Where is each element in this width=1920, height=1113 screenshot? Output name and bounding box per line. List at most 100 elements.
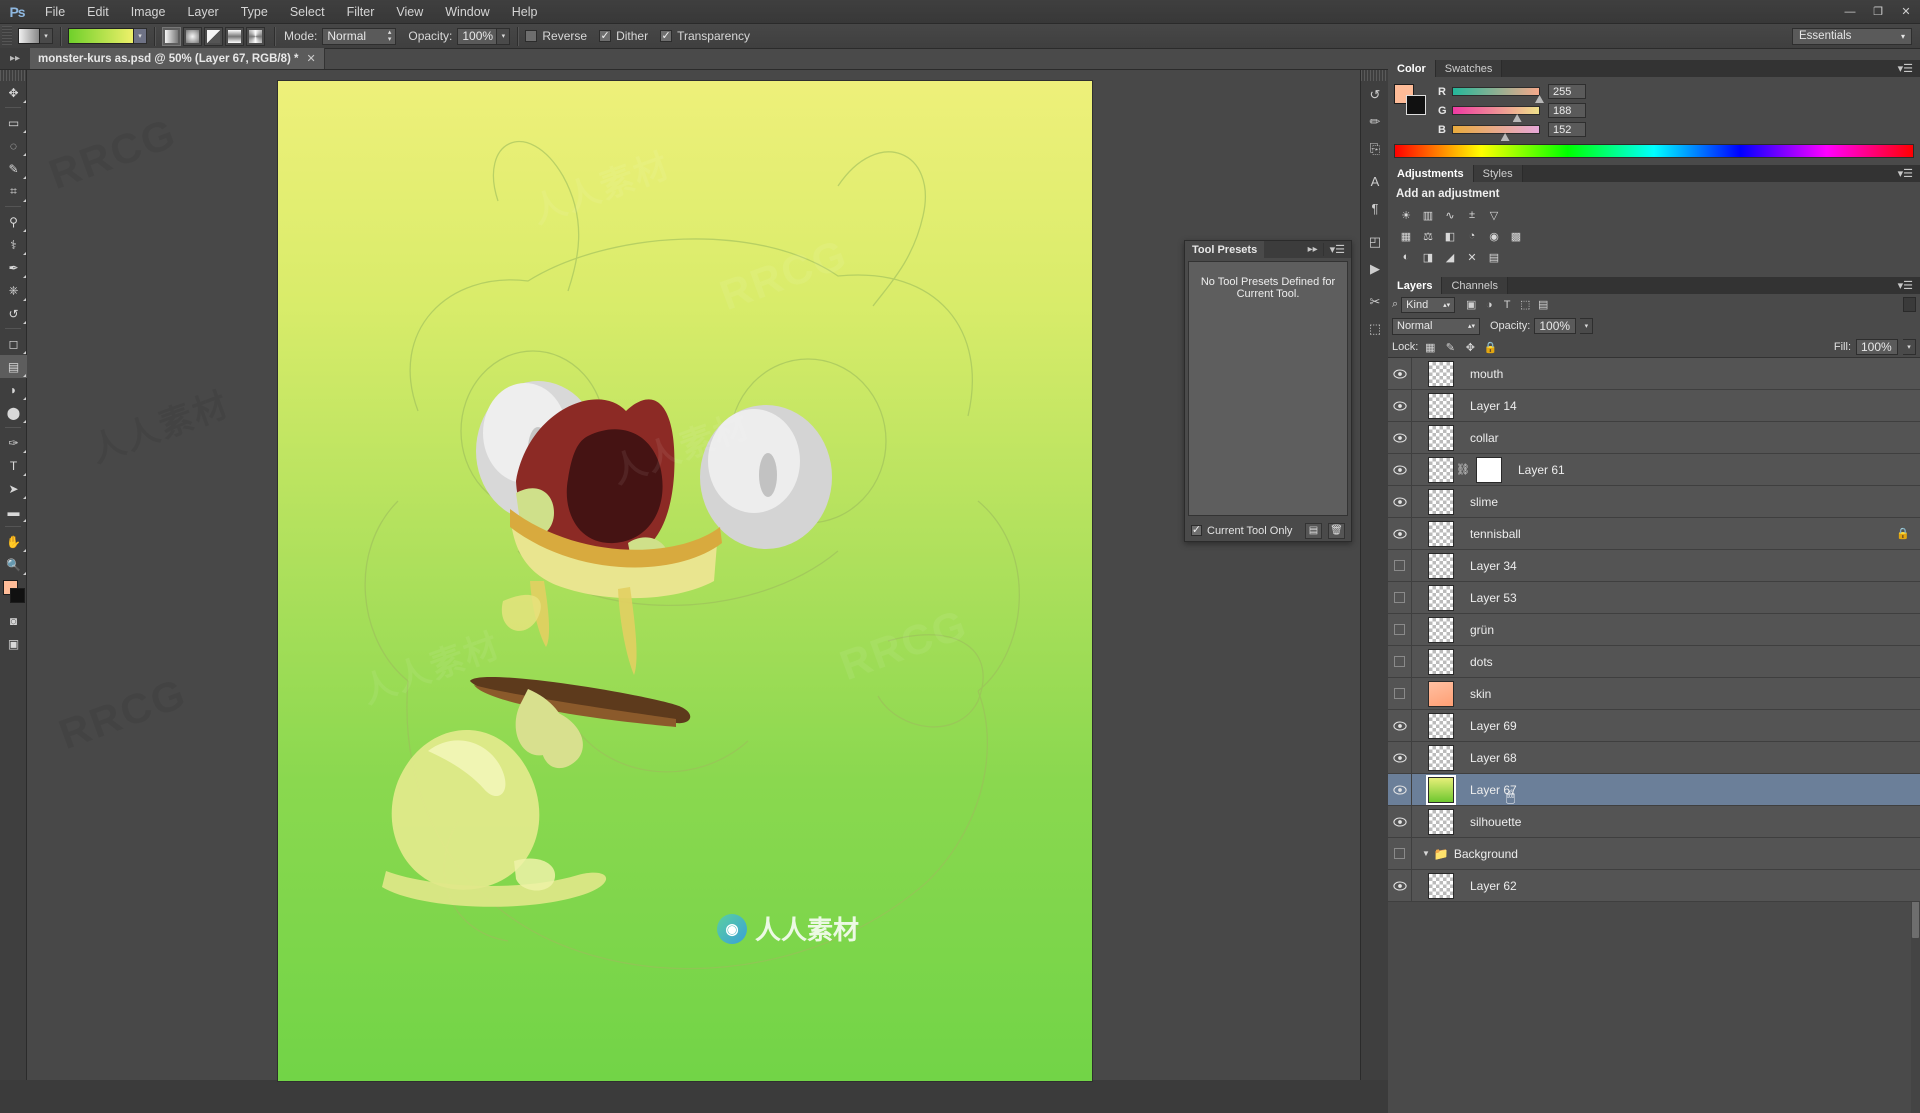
opacity-input[interactable]: 100% <box>457 27 498 45</box>
gradient-tool[interactable]: ▤ <box>0 355 27 378</box>
layer-visibility-toggle[interactable] <box>1388 837 1412 870</box>
lock-image-pixels-icon[interactable]: ✎ <box>1443 340 1457 354</box>
brush-panel-icon[interactable]: ✏ <box>1361 108 1389 135</box>
layer-visibility-toggle[interactable] <box>1388 709 1412 742</box>
character-panel-icon[interactable]: A <box>1361 168 1389 195</box>
blur-tool[interactable]: ◗ <box>0 378 27 401</box>
layer-name[interactable]: Layer 53 <box>1470 591 1920 605</box>
tool-presets-panel[interactable]: Tool Presets ▸▸ ▾☰ No Tool Presets Defin… <box>1184 240 1352 542</box>
tool-preset-picker[interactable]: ▾ <box>18 28 53 44</box>
color-panel-swatches[interactable] <box>1394 84 1426 115</box>
panel-menu-icon[interactable]: ▾☰ <box>1891 165 1920 182</box>
tab-styles[interactable]: Styles <box>1473 165 1523 182</box>
screen-mode-toggle[interactable]: ▣ <box>0 632 27 655</box>
filter-pixel-icon[interactable]: ▣ <box>1462 296 1480 313</box>
table-row[interactable]: Layer 62 <box>1388 869 1920 902</box>
minimize-button[interactable]: — <box>1836 0 1864 24</box>
channel-track[interactable] <box>1452 87 1544 103</box>
lock-position-icon[interactable]: ✥ <box>1463 340 1477 354</box>
horizontal-type-tool[interactable]: T <box>0 454 27 477</box>
layer-name[interactable]: Layer 67 <box>1470 783 1920 797</box>
rectangle-tool[interactable]: ▬ <box>0 500 27 523</box>
menu-file[interactable]: File <box>34 0 76 24</box>
layer-opacity-chevron-down-icon[interactable]: ▾ <box>1580 318 1594 334</box>
document-canvas[interactable]: 人人素材 RRCG 人人素材 RRCG 人人素材 <box>278 81 1092 1081</box>
pen-tool[interactable]: ✑ <box>0 431 27 454</box>
layer-thumbnail-cell[interactable] <box>1412 614 1470 646</box>
layer-mask-thumbnail[interactable] <box>1475 456 1502 483</box>
gradient-picker-chevron-down-icon[interactable]: ▾ <box>134 28 147 44</box>
menu-filter[interactable]: Filter <box>336 0 386 24</box>
layer-visibility-toggle[interactable] <box>1388 485 1412 518</box>
layer-name[interactable]: Layer 68 <box>1470 751 1920 765</box>
layer-thumbnail-cell[interactable] <box>1412 678 1470 710</box>
layer-visibility-toggle[interactable] <box>1388 677 1412 710</box>
layer-name[interactable]: Layer 61 <box>1518 463 1920 477</box>
layer-visibility-toggle[interactable] <box>1388 773 1412 806</box>
close-button[interactable]: ✕ <box>1892 0 1920 24</box>
chevron-down-icon[interactable]: ▾ <box>40 28 53 44</box>
tab-tool-presets[interactable]: Tool Presets <box>1185 241 1265 258</box>
tab-color[interactable]: Color <box>1388 60 1436 77</box>
table-row[interactable]: grün <box>1388 613 1920 646</box>
expand-arrows-icon[interactable]: ▸▸ <box>1303 244 1323 255</box>
layer-fill-input[interactable]: 100% <box>1856 339 1898 355</box>
tab-adjustments[interactable]: Adjustments <box>1388 165 1474 182</box>
brightness-contrast-icon[interactable]: ☀ <box>1396 206 1416 224</box>
color-slider-g[interactable]: G 188 <box>1438 103 1586 122</box>
layer-name[interactable]: Layer 62 <box>1470 879 1920 893</box>
layer-visibility-toggle[interactable] <box>1388 421 1412 454</box>
layer-name[interactable]: Layer 34 <box>1470 559 1920 573</box>
table-row[interactable]: Layer 67 🖱 <box>1388 773 1920 806</box>
actions-panel-icon[interactable]: ▶ <box>1361 255 1389 282</box>
lock-transparent-pixels-icon[interactable]: ▦ <box>1423 340 1437 354</box>
layer-visibility-toggle[interactable] <box>1388 389 1412 422</box>
channel-track[interactable] <box>1452 125 1540 141</box>
zoom-tool[interactable]: 🔍 <box>0 553 27 576</box>
document-tab[interactable]: monster-kurs as.psd @ 50% (Layer 67, RGB… <box>30 48 325 69</box>
menu-select[interactable]: Select <box>279 0 336 24</box>
tools-panel-grip[interactable] <box>0 70 26 81</box>
angle-gradient-button[interactable] <box>204 26 223 46</box>
layer-visibility-toggle[interactable] <box>1388 453 1412 486</box>
brush-tool[interactable]: ✒ <box>0 256 27 279</box>
quick-mask-toggle[interactable]: ◙ <box>0 609 27 632</box>
layer-name[interactable]: mouth <box>1470 367 1920 381</box>
layer-name[interactable]: Background <box>1454 847 1920 861</box>
link-icon[interactable]: ⛓ <box>1456 463 1470 476</box>
crop-tool[interactable]: ⌗ <box>0 180 27 203</box>
panel-menu-icon[interactable]: ▾☰ <box>1322 243 1351 256</box>
channel-thumb[interactable] <box>1512 114 1522 122</box>
transparency-checkbox[interactable]: ✓ <box>660 30 673 42</box>
history-panel-icon[interactable]: ↺ <box>1361 81 1389 108</box>
color-balance-icon[interactable]: ⚖ <box>1418 227 1438 245</box>
layer-visibility-toggle[interactable] <box>1388 869 1412 902</box>
layer-thumbnail-cell[interactable] <box>1412 806 1470 838</box>
collapse-panels-icon[interactable]: ▸▸ <box>0 48 30 69</box>
layer-thumbnail-cell[interactable] <box>1412 550 1470 582</box>
eyedropper-tool[interactable]: ⚲ <box>0 210 27 233</box>
layer-list[interactable]: mouth Layer 14 collar ⛓ Layer 61 slime tennisb… <box>1388 358 1920 1113</box>
background-color-swatch[interactable] <box>1406 95 1426 115</box>
path-selection-tool[interactable]: ➤ <box>0 477 27 500</box>
layer-thumbnail-cell[interactable] <box>1412 646 1470 678</box>
invert-icon[interactable]: ◐ <box>1396 248 1416 266</box>
table-row[interactable]: collar <box>1388 421 1920 454</box>
layer-fill-chevron-down-icon[interactable]: ▾ <box>1903 339 1916 355</box>
quick-selection-tool[interactable]: ✎ <box>0 157 27 180</box>
menu-window[interactable]: Window <box>434 0 500 24</box>
layer-blend-mode-select[interactable]: Normal ▴▾ <box>1392 317 1480 335</box>
layer-thumbnail-cell[interactable]: ⛓ <box>1412 454 1518 486</box>
paragraph-panel-icon[interactable]: ¶ <box>1361 195 1389 222</box>
rectangular-marquee-tool[interactable]: ▭ <box>0 111 27 134</box>
layer-thumbnail-cell[interactable] <box>1412 774 1470 806</box>
photo-filter-icon[interactable]: ◔ <box>1462 227 1482 245</box>
layer-visibility-toggle[interactable] <box>1388 805 1412 838</box>
layer-thumbnail-cell[interactable] <box>1412 518 1470 550</box>
table-row[interactable]: Layer 14 <box>1388 389 1920 422</box>
menu-layer[interactable]: Layer <box>176 0 229 24</box>
move-tool[interactable]: ✥ <box>0 81 27 104</box>
tab-channels[interactable]: Channels <box>1442 277 1508 294</box>
channel-thumb[interactable] <box>1535 95 1544 103</box>
layer-thumbnail-cell[interactable] <box>1412 358 1470 390</box>
